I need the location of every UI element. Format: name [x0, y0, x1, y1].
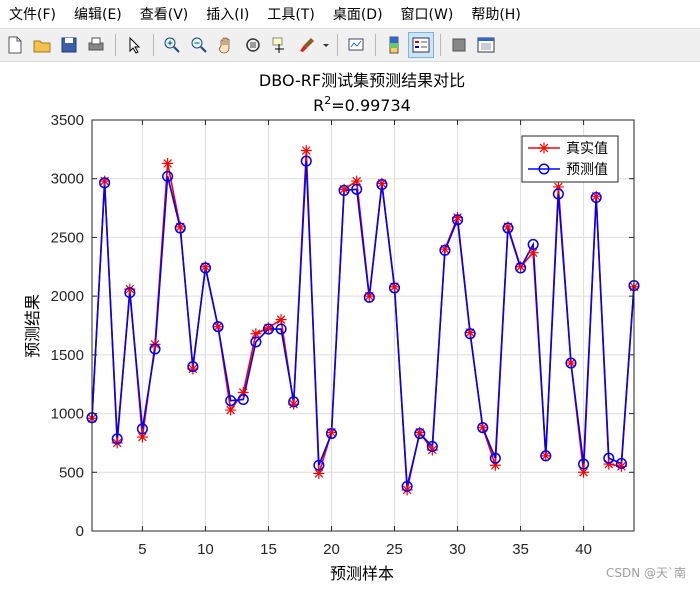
menu-bar: 文件(F) 编辑(E) 查看(V) 插入(I) 工具(T) 桌面(D) 窗口(W… [0, 0, 700, 28]
data-point-star [300, 145, 312, 157]
chart-subtitle: R2=0.99734 [313, 94, 411, 115]
toolbar-separator [440, 34, 441, 56]
menu-file[interactable]: 文件(F) [0, 4, 65, 24]
toolbar-separator [375, 34, 376, 56]
link-plot-icon[interactable] [343, 32, 369, 58]
x-axis-label: 预测样本 [330, 564, 394, 583]
legend: 真实值预测值 [521, 135, 619, 183]
data-cursor-icon[interactable] [267, 32, 293, 58]
new-file-icon[interactable] [2, 32, 28, 58]
menu-view[interactable]: 查看(V) [131, 4, 198, 24]
y-tick-label: 2000 [51, 288, 84, 305]
x-tick-label: 40 [575, 541, 592, 558]
print-icon[interactable] [83, 32, 109, 58]
toolbar-separator [153, 34, 154, 56]
toolbar-separator [115, 34, 116, 56]
y-tick-label: 1500 [51, 347, 84, 364]
y-tick-label: 2500 [51, 229, 84, 246]
zoom-in-icon[interactable] [159, 32, 185, 58]
menu-insert[interactable]: 插入(I) [197, 4, 258, 24]
chart-title: DBO-RF测试集预测结果对比 [259, 71, 465, 90]
hide-plot-tools-icon[interactable] [446, 32, 472, 58]
y-tick-label: 1000 [51, 406, 84, 423]
x-tick-label: 5 [138, 541, 146, 558]
zoom-out-icon[interactable] [186, 32, 212, 58]
menu-desktop[interactable]: 桌面(D) [324, 4, 392, 24]
legend-icon[interactable] [408, 32, 434, 58]
figure-canvas: 5 10 15 20 25 30 35 40 0 500 1000 1500 2000 2500 3000 3… [0, 62, 700, 589]
brush-icon[interactable] [294, 32, 320, 58]
toolbar-separator [337, 34, 338, 56]
x-tick-label: 35 [512, 541, 529, 558]
menu-window[interactable]: 窗口(W) [392, 4, 463, 24]
y-axis-label: 预测结果 [23, 294, 42, 358]
open-folder-icon[interactable] [29, 32, 55, 58]
menu-edit[interactable]: 编辑(E) [65, 4, 131, 24]
y-tick-label: 3000 [51, 171, 84, 188]
menu-help[interactable]: 帮助(H) [462, 4, 529, 24]
save-icon[interactable] [56, 32, 82, 58]
select-arrow-icon[interactable] [121, 32, 147, 58]
y-tick-label: 0 [76, 523, 84, 540]
brush-dropdown-icon[interactable] [321, 32, 331, 58]
y-tick-label: 3500 [51, 112, 84, 129]
legend-label: 真实值 [566, 141, 608, 157]
watermark: CSDN @天`南 [605, 566, 686, 580]
legend-star-marker [538, 142, 550, 154]
data-point-star [162, 157, 174, 169]
x-tick-label: 20 [323, 541, 340, 558]
colorbar-icon[interactable] [381, 32, 407, 58]
toolbar [0, 28, 700, 62]
rotate-3d-icon[interactable] [240, 32, 266, 58]
legend-label: 预测值 [566, 162, 608, 178]
menu-tools[interactable]: 工具(T) [258, 4, 323, 24]
x-tick-label: 25 [386, 541, 403, 558]
show-plot-tools-icon[interactable] [473, 32, 499, 58]
pan-hand-icon[interactable] [213, 32, 239, 58]
x-tick-label: 10 [197, 541, 214, 558]
y-tick-label: 500 [59, 464, 84, 481]
chart: 5 10 15 20 25 30 35 40 0 500 1000 1500 2000 2500 3000 3… [23, 71, 640, 583]
x-tick-label: 30 [449, 541, 466, 558]
x-tick-label: 15 [260, 541, 277, 558]
